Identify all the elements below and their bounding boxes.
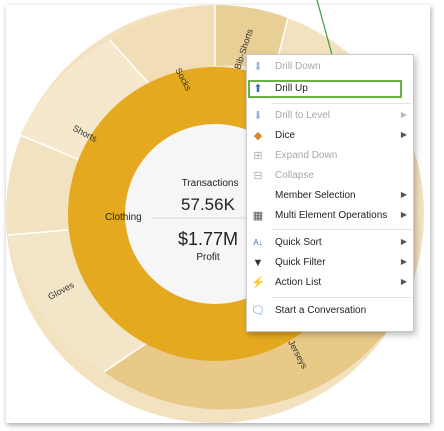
collapse-icon: ⊟ <box>253 170 263 182</box>
sort-icon: A↓ <box>253 238 263 247</box>
menu-item-quick-filter[interactable]: ▼ Quick Filter ▶ <box>247 253 413 273</box>
submenu-arrow-icon: ▶ <box>400 190 407 199</box>
arrow-down-icon: ⬇ <box>253 61 263 73</box>
menu-item-drill-down[interactable]: ⬇ Drill Down <box>247 57 413 77</box>
submenu-arrow-icon: ▶ <box>400 277 407 286</box>
submenu-arrow-icon: ▶ <box>400 130 407 139</box>
menu-item-quick-sort[interactable]: A↓ Quick Sort ▶ <box>247 233 413 253</box>
submenu-arrow-icon: ▶ <box>400 210 407 219</box>
lightning-icon: ⚡ <box>251 277 265 289</box>
grid-icon: ▦ <box>252 210 264 222</box>
menu-item-dice[interactable]: ◆ Dice ▶ <box>247 126 413 146</box>
kpi-transactions-label: Transactions <box>182 178 239 189</box>
menu-separator <box>271 229 411 230</box>
menu-item-action-list[interactable]: ⚡ Action List ▶ <box>247 273 413 293</box>
arrow-down-level-icon: ⬇ <box>253 110 263 122</box>
submenu-arrow-icon: ▶ <box>400 110 407 119</box>
menu-item-expand-down[interactable]: ⊞ Expand Down <box>247 146 413 166</box>
filter-icon: ▼ <box>252 257 264 269</box>
kpi-profit-label: Profit <box>196 252 220 263</box>
drill-up-highlight <box>248 80 402 98</box>
chat-icon: 🗨 <box>251 305 265 317</box>
stage: Socks Bib-Shorts Shorts Gloves Jerseys C… <box>0 0 444 431</box>
expand-icon: ⊞ <box>253 150 263 162</box>
menu-item-multi-element-operations[interactable]: ▦ Multi Element Operations ▶ <box>247 206 413 226</box>
label-clothing: Clothing <box>105 212 142 223</box>
submenu-arrow-icon: ▶ <box>400 237 407 246</box>
kpi-transactions-value: 57.56K <box>181 195 236 214</box>
submenu-arrow-icon: ▶ <box>400 257 407 266</box>
kpi-profit-value: $1.77M <box>178 229 238 249</box>
menu-item-member-selection[interactable]: Member Selection ▶ <box>247 186 413 206</box>
menu-item-collapse[interactable]: ⊟ Collapse <box>247 166 413 186</box>
menu-item-drill-to-level[interactable]: ⬇ Drill to Level ▶ <box>247 106 413 126</box>
menu-separator <box>271 103 411 104</box>
menu-separator <box>271 297 411 298</box>
menu-item-start-conversation[interactable]: 🗨 Start a Conversation <box>247 301 413 321</box>
cube-icon: ◆ <box>253 130 263 142</box>
